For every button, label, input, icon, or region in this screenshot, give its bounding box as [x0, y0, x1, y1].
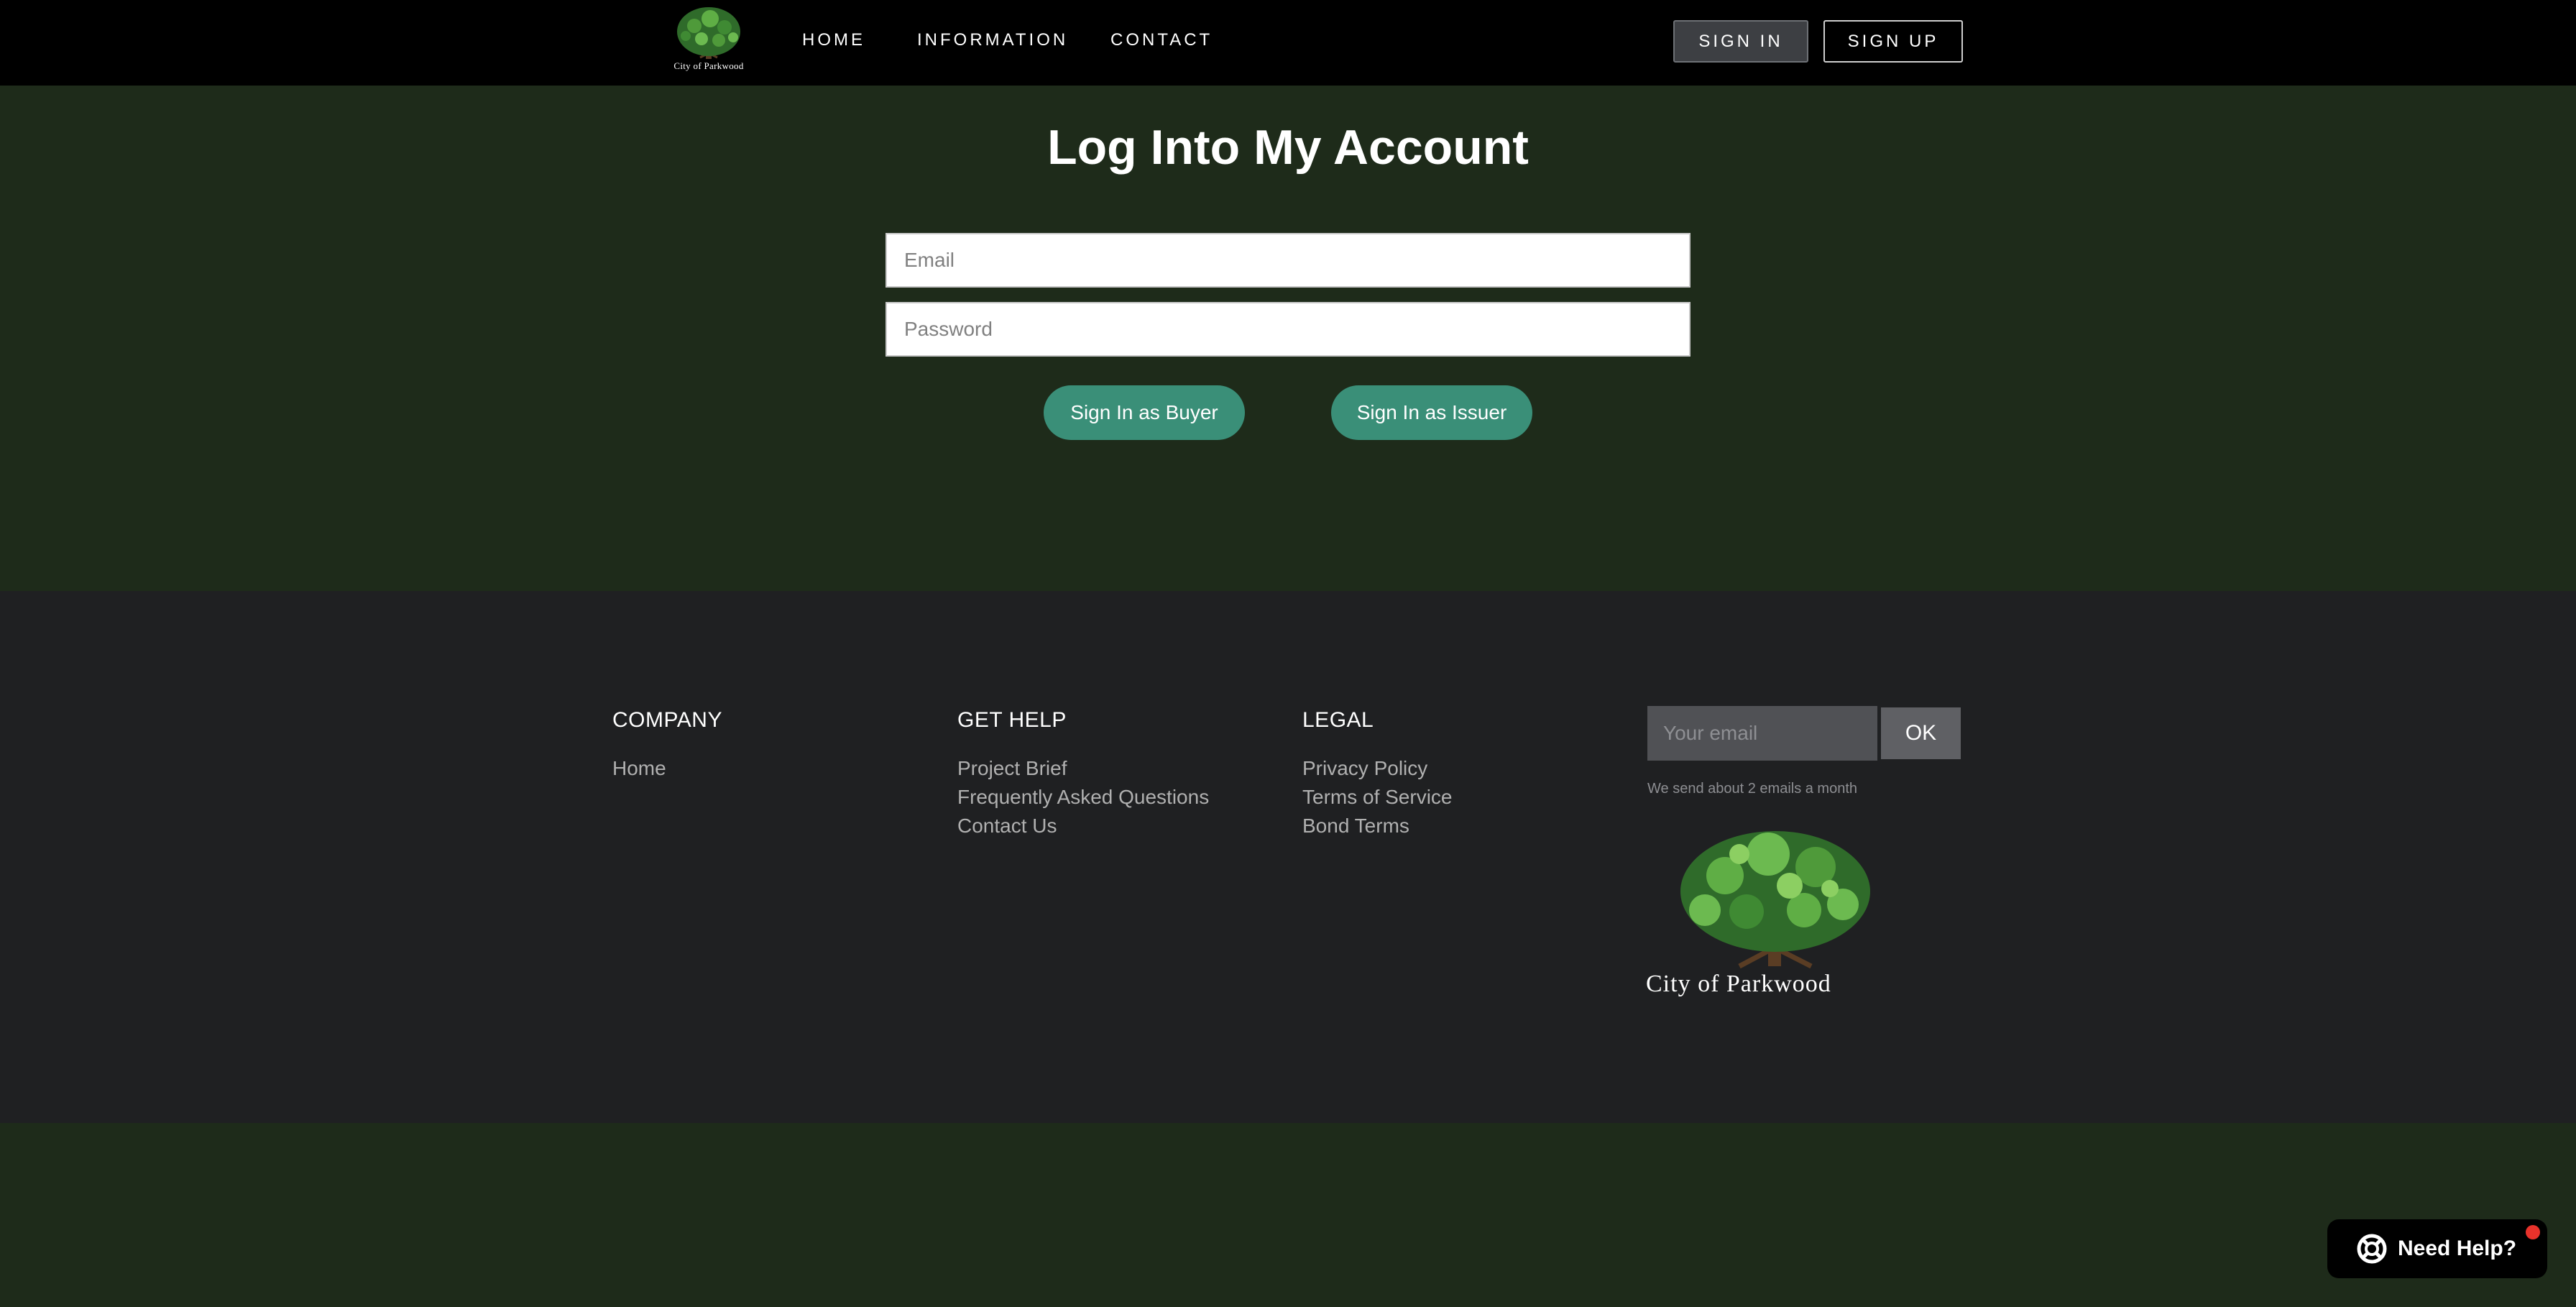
- footer-logo: City of Parkwood: [1646, 825, 1905, 1005]
- footer-company-title: COMPANY: [612, 708, 722, 732]
- sign-in-buyer-button[interactable]: Sign In as Buyer: [1044, 385, 1245, 440]
- footer-help-title: GET HELP: [957, 708, 1067, 732]
- password-field[interactable]: [886, 302, 1690, 357]
- footer-link-faq[interactable]: Frequently Asked Questions: [957, 786, 1209, 809]
- email-field[interactable]: [886, 233, 1690, 288]
- top-navbar: City of Parkwood HOME INFORMATION CONTAC…: [0, 0, 2576, 86]
- footer-legal-title: LEGAL: [1302, 708, 1374, 732]
- newsletter-note: We send about 2 emails a month: [1647, 781, 1858, 797]
- nav-information-link[interactable]: INFORMATION: [917, 30, 1068, 50]
- need-help-button[interactable]: Need Help?: [2327, 1219, 2547, 1278]
- nav-home-link[interactable]: HOME: [802, 30, 865, 50]
- newsletter-email-input[interactable]: [1647, 706, 1877, 761]
- footer-logo-text: City of Parkwood: [1646, 971, 1831, 997]
- footer: [0, 591, 2576, 1123]
- need-help-label: Need Help?: [2398, 1237, 2517, 1260]
- footer-link-terms-of-service[interactable]: Terms of Service: [1302, 786, 1453, 809]
- footer-link-contact-us[interactable]: Contact Us: [957, 815, 1057, 838]
- tree-logo-icon: [1680, 831, 1870, 969]
- nav-contact-link[interactable]: CONTACT: [1110, 30, 1213, 50]
- logo-text: City of Parkwood: [673, 60, 744, 71]
- sign-up-button[interactable]: SIGN UP: [1823, 20, 1963, 63]
- site-logo[interactable]: City of Parkwood: [660, 6, 758, 75]
- newsletter-ok-button[interactable]: OK: [1881, 707, 1961, 759]
- footer-link-home[interactable]: Home: [612, 757, 666, 780]
- tree-logo-icon: [677, 7, 740, 59]
- footer-link-project-brief[interactable]: Project Brief: [957, 757, 1067, 780]
- notification-badge: [2526, 1225, 2540, 1239]
- footer-link-privacy-policy[interactable]: Privacy Policy: [1302, 757, 1427, 780]
- page-title: Log Into My Account: [1047, 120, 1529, 175]
- footer-link-bond-terms[interactable]: Bond Terms: [1302, 815, 1409, 838]
- sign-in-button[interactable]: SIGN IN: [1673, 20, 1808, 63]
- lifebuoy-icon: [2357, 1234, 2387, 1264]
- sign-in-issuer-button[interactable]: Sign In as Issuer: [1331, 385, 1532, 440]
